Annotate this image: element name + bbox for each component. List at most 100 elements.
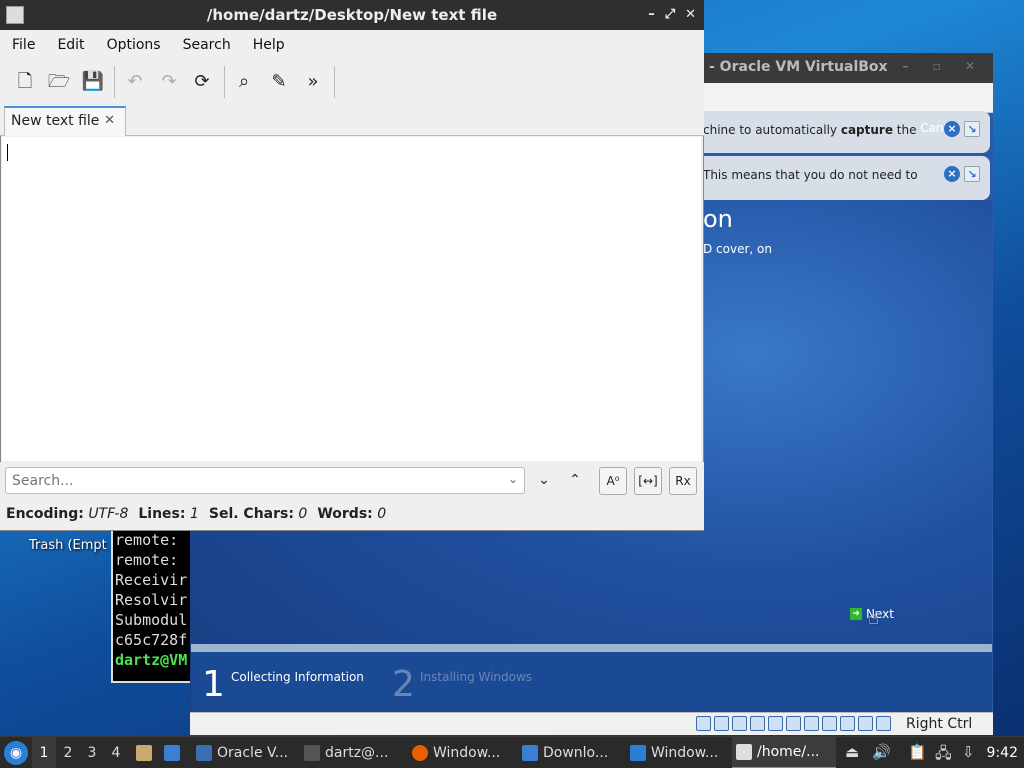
save-icon[interactable]: 💾 [81, 70, 105, 94]
tab-new-text-file[interactable]: New text file ✕ [4, 106, 126, 136]
taskbar-item-firefox[interactable]: Window... [408, 737, 514, 768]
more-options-icon[interactable]: » [301, 70, 325, 94]
undo-icon[interactable]: ↶ [123, 70, 147, 94]
show-desktop-launcher[interactable] [160, 737, 188, 768]
close-notice-icon[interactable]: × [944, 166, 960, 182]
reload-icon[interactable]: ⟳ [190, 70, 214, 94]
hard-disk-icon[interactable] [696, 716, 711, 731]
menu-search[interactable]: Search [183, 30, 240, 60]
host-key-label: Right Ctrl [906, 716, 973, 732]
step-number: 1 [202, 664, 225, 705]
toolbar-divider [224, 66, 225, 98]
setup-steps: 1 Collecting Information 2 Installing Wi… [191, 652, 992, 712]
menu-edit[interactable]: Edit [57, 30, 93, 60]
search-bar: ⌄ ⌄ ⌃ A⁰ [↔] Rx [0, 462, 704, 500]
desktop-icon [164, 745, 180, 761]
whole-word-icon[interactable]: [↔] [634, 467, 662, 495]
terminal-icon [304, 745, 320, 761]
text-cursor [7, 144, 8, 161]
taskbar-item-virtualbox[interactable]: Oracle V... [192, 737, 296, 768]
sel-chars-status: Sel. Chars: 0 [208, 506, 308, 522]
menu-file[interactable]: File [12, 30, 44, 60]
setup-heading: on [703, 205, 733, 233]
display-icon[interactable] [804, 716, 819, 731]
dismiss-notice-icon[interactable]: ↘ [964, 121, 980, 137]
virtualbox-menubar [703, 83, 993, 113]
notice-text: chine to automatically capture the [703, 123, 917, 137]
menu-help[interactable]: Help [253, 30, 294, 60]
editor-statusbar: Encoding: UTF-8 Lines: 1 Sel. Chars: 0 W… [0, 500, 704, 530]
close-tab-icon[interactable]: ✕ [104, 113, 115, 128]
find-next-icon[interactable]: ⌄ [530, 467, 558, 495]
desktop-trash-label[interactable]: Trash (Empt [29, 538, 107, 553]
step-label: Collecting Information [231, 670, 364, 684]
find-replace-icon[interactable]: ✎ [267, 70, 291, 94]
virtualbox-titlebar[interactable]: - Oracle VM VirtualBox – ▫ ✕ [703, 53, 993, 83]
shared-folders-icon[interactable] [786, 716, 801, 731]
workspace-2[interactable]: 2 [56, 737, 80, 768]
file-manager-launcher[interactable] [132, 737, 160, 768]
taskbar-item-text-editor[interactable]: /home/... [732, 737, 836, 768]
keyboard-icon[interactable] [876, 716, 891, 731]
windows-setup-icon [630, 745, 646, 761]
editor-toolbar: 🗋 🗁 💾 ↶ ↷ ⟳ ⌕ ✎ » [0, 60, 704, 104]
regex-icon[interactable]: Rx [669, 467, 697, 495]
network-tray-icon[interactable]: 🖧 [935, 743, 952, 768]
taskbar-item-label: /home/... [757, 744, 820, 760]
volume-icon[interactable]: 🔊 [872, 743, 891, 761]
optical-drive-icon[interactable] [714, 716, 729, 731]
cpu-icon[interactable] [840, 716, 855, 731]
start-menu-icon[interactable]: ◉ [4, 741, 28, 765]
dismiss-notice-icon[interactable]: ↘ [964, 166, 980, 182]
tab-label: New text file [11, 113, 100, 129]
redo-icon[interactable]: ↷ [157, 70, 181, 94]
usb-icon[interactable] [768, 716, 783, 731]
taskbar-item-downloads[interactable]: Downlo... [518, 737, 624, 768]
virtualbox-statusbar: Right Ctrl [190, 712, 993, 735]
close-notice-icon[interactable]: × [944, 121, 960, 137]
network-icon[interactable] [750, 716, 765, 731]
recording-icon[interactable] [822, 716, 837, 731]
file-manager-icon [136, 745, 152, 761]
new-file-icon[interactable]: 🗋 [13, 70, 37, 94]
find-icon[interactable]: ⌕ [232, 70, 256, 94]
audio-icon[interactable] [732, 716, 747, 731]
terminal-line: c65c728f [115, 631, 188, 649]
taskbar: ◉ 1 2 3 4 Oracle V... dartz@... Window..… [0, 736, 1024, 768]
step-label: Installing Windows [420, 670, 533, 684]
encoding-status: Encoding: UTF-8 [6, 506, 129, 522]
taskbar-item-terminal[interactable]: dartz@... [300, 737, 404, 768]
editor-title: /home/dartz/Desktop/New text file [206, 6, 498, 24]
taskbar-item-label: Window... [433, 745, 501, 761]
updates-icon[interactable]: ⇩ [962, 743, 975, 761]
taskbar-item-label: dartz@... [325, 745, 389, 761]
window-controls-icon[interactable]: – ▫ ✕ [902, 59, 985, 73]
taskbar-item-windows-setup[interactable]: Window... [626, 737, 730, 768]
terminal-window[interactable]: remote: remote: Receivir Resolvir Submod… [111, 528, 193, 683]
workspace-4[interactable]: 4 [104, 737, 128, 768]
clipboard-icon[interactable]: 📋 [908, 743, 927, 761]
notice-mouse: This means that you do not need to × ↘ [703, 156, 990, 200]
toolbar-divider [114, 66, 115, 98]
workspace-3[interactable]: 3 [80, 737, 104, 768]
maximize-icon[interactable]: ⤢ [665, 0, 675, 30]
minimize-icon[interactable]: – [648, 0, 655, 30]
find-previous-icon[interactable]: ⌃ [561, 467, 589, 495]
text-editing-area[interactable] [2, 137, 701, 461]
match-case-icon[interactable]: A⁰ [599, 467, 627, 495]
chevron-down-icon[interactable]: ⌄ [508, 472, 518, 486]
open-folder-icon[interactable]: 🗁 [47, 70, 71, 94]
search-field[interactable]: ⌄ [5, 467, 525, 494]
text-editor-icon [6, 6, 24, 24]
search-input[interactable] [6, 468, 486, 493]
words-status: Words: 0 [317, 506, 387, 522]
mouse-integration-icon[interactable] [858, 716, 873, 731]
menu-options[interactable]: Options [107, 30, 170, 60]
editor-tabbar: New text file ✕ [0, 104, 704, 136]
editor-titlebar[interactable]: /home/dartz/Desktop/New text file – ⤢ ✕ [0, 0, 704, 30]
hand-pointer-icon: ☝ [868, 608, 879, 629]
close-icon[interactable]: ✕ [685, 0, 696, 30]
terminal-line: Resolvir [115, 591, 188, 609]
eject-icon[interactable]: ⏏ [845, 743, 859, 761]
workspace-1[interactable]: 1 [32, 737, 56, 768]
